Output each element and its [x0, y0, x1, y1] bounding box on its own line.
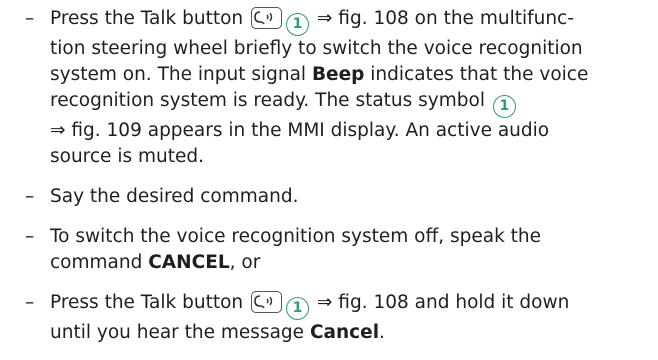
step-text: recognition system is ready. The status …: [50, 90, 485, 111]
step-line: until you hear the message Cancel.: [50, 320, 658, 346]
step-text: Press the Talk button: [50, 8, 244, 29]
step-line: Press the Talk button 1 ⇒ fig. 108 on th…: [50, 6, 658, 36]
list-dash: –: [25, 186, 35, 207]
step-text: until you hear the message: [50, 322, 305, 343]
step-text: ⇒ fig. 108 and hold it down: [316, 292, 570, 313]
step-line: command CANCEL, or: [50, 250, 658, 276]
step-line: recognition system is ready. The status …: [50, 88, 658, 118]
step-line: Say the desired command.: [50, 186, 299, 207]
step-text: command: [50, 252, 143, 273]
message-term: Cancel: [309, 322, 380, 343]
list-dash: –: [25, 8, 35, 29]
list-item: – Say the desired command.: [0, 184, 658, 210]
step-text: , or: [229, 252, 261, 273]
step-line: system on. The input signal Beep indicat…: [50, 62, 658, 88]
talk-button-icon: [251, 291, 283, 313]
signal-term: Beep: [311, 64, 365, 85]
command-term: CANCEL: [148, 252, 230, 273]
step-line: ⇒ fig. 109 appears in the MMI display. A…: [50, 120, 550, 141]
list-item: – To switch the voice recognition system…: [0, 224, 658, 276]
callout-number-icon: 1: [286, 13, 310, 36]
list-item: – Press the Talk button 1 ⇒ fig. 108 on …: [0, 6, 658, 170]
step-text: .: [379, 322, 385, 343]
instruction-list: – Press the Talk button 1 ⇒ fig. 108 on …: [0, 6, 658, 360]
step-text: Press the Talk button: [50, 292, 244, 313]
list-item: – Press the Talk button 1 ⇒ fig. 108 and…: [0, 290, 658, 346]
talk-button-icon: [251, 7, 283, 29]
step-text: system on. The input signal: [50, 64, 307, 85]
step-line: source is muted.: [50, 146, 204, 167]
list-dash: –: [25, 292, 35, 313]
callout-number-icon: 1: [492, 95, 516, 118]
step-text: indicates that the voice: [370, 64, 589, 85]
step-line: To switch the voice recognition system o…: [50, 226, 542, 247]
step-text: ⇒ fig. 108 on the multifunc-: [316, 8, 574, 29]
callout-number-icon: 1: [286, 297, 310, 320]
list-dash: –: [25, 226, 35, 247]
step-line: tion steering wheel briefly to switch th…: [50, 38, 583, 59]
step-line: Press the Talk button 1 ⇒ fig. 108 and h…: [50, 290, 658, 320]
